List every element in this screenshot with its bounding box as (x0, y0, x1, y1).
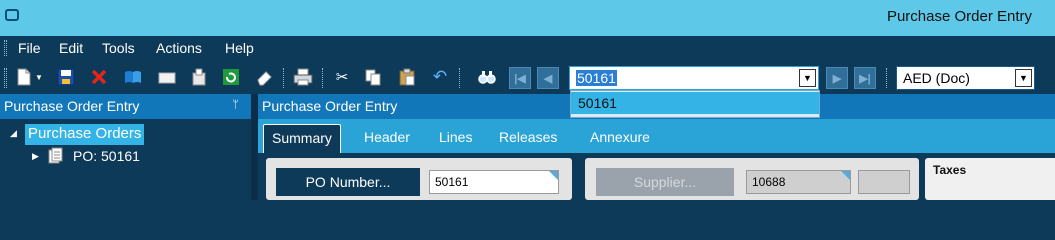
copy-icon[interactable] (362, 67, 384, 87)
menu-tools[interactable]: Tools (102, 40, 135, 56)
toolbar-separator (322, 68, 323, 88)
menu-edit[interactable]: Edit (59, 40, 83, 56)
menu-help[interactable]: Help (225, 40, 254, 56)
record-combo-value: 50161 (576, 70, 617, 86)
panel-title-left: Purchase Order Entry ᛘ (0, 94, 251, 119)
first-record-button[interactable]: |◀ (509, 67, 531, 89)
supplier-card: Supplier... 10688 (585, 158, 919, 200)
supplier-value: 10688 (752, 175, 786, 189)
folder-icon[interactable] (156, 67, 178, 87)
po-number-field[interactable]: 50161 (429, 170, 559, 194)
tree-item-po[interactable]: PO: 50161 (73, 148, 140, 164)
menu-grip[interactable] (4, 40, 7, 56)
toolbar: ▼ ✂ ↶ |◀ ◀ 50161 ▼ ▶ ▶| AED (Doc) ▼ (0, 60, 1055, 94)
po-number-value: 50161 (435, 175, 469, 189)
record-dropdown-list: 50161 (570, 90, 820, 118)
delete-icon[interactable] (88, 67, 110, 87)
toolbar-separator (459, 68, 460, 88)
eraser-icon[interactable] (253, 67, 275, 87)
previous-record-button[interactable]: ◀ (537, 67, 559, 89)
chevron-down-icon[interactable]: ▼ (1015, 69, 1032, 87)
attach-icon[interactable] (188, 67, 210, 87)
paste-icon[interactable] (396, 67, 418, 87)
po-number-card: PO Number... 50161 (266, 158, 572, 200)
save-icon[interactable] (55, 67, 77, 87)
tab-releases[interactable]: Releases (499, 129, 557, 145)
app-icon[interactable] (5, 9, 19, 21)
currency-combo-value: AED (Doc) (903, 70, 970, 86)
panel-title-text: Purchase Order Entry (4, 98, 140, 114)
undo-icon[interactable]: ↶ (429, 67, 451, 87)
chevron-down-icon[interactable]: ▼ (799, 69, 816, 87)
record-combo-text: 50161 (576, 70, 617, 86)
supplier-field[interactable]: 10688 (746, 170, 851, 194)
navigation-panel: Purchase Order Entry ᛘ ◢ Purchase Orders… (0, 94, 251, 200)
refresh-icon[interactable] (220, 67, 242, 87)
cut-icon[interactable]: ✂ (331, 67, 353, 87)
last-record-button[interactable]: ▶| (854, 67, 876, 89)
print-icon[interactable] (292, 67, 314, 87)
tab-annexure[interactable]: Annexure (590, 129, 650, 145)
document-stack-icon (48, 147, 64, 165)
menu-actions[interactable]: Actions (156, 40, 202, 56)
summary-content: PO Number... 50161 Supplier... 10688 Tax… (258, 153, 1055, 200)
record-combo[interactable]: 50161 ▼ (569, 66, 819, 90)
supplier-name-field[interactable] (858, 170, 910, 194)
new-dropdown-icon[interactable]: ▼ (33, 67, 45, 87)
dropdown-option[interactable]: 50161 (571, 92, 819, 114)
collapse-arrow-icon[interactable]: ◢ (10, 128, 17, 139)
tab-summary[interactable]: Summary (263, 124, 341, 154)
new-document-icon[interactable] (13, 67, 35, 87)
field-corner-marker (549, 171, 558, 180)
toolbar-separator (283, 68, 284, 88)
supplier-button[interactable]: Supplier... (596, 168, 734, 196)
taxes-card: Taxes (925, 158, 1055, 200)
toolbar-grip[interactable] (4, 68, 7, 88)
tab-header[interactable]: Header (364, 129, 410, 145)
find-icon[interactable] (476, 67, 498, 87)
currency-combo[interactable]: AED (Doc) ▼ (896, 66, 1035, 90)
field-corner-marker (841, 171, 850, 180)
tab-lines[interactable]: Lines (439, 129, 472, 145)
next-record-button[interactable]: ▶ (826, 67, 848, 89)
pin-icon[interactable]: ᛘ (232, 99, 239, 111)
menu-file[interactable]: File (18, 40, 41, 56)
po-number-button[interactable]: PO Number... (276, 168, 420, 196)
taxes-label: Taxes (933, 163, 967, 177)
title-bar: Purchase Order Entry (0, 0, 1055, 36)
tab-strip: Summary Header Lines Releases Annexure (258, 119, 1055, 154)
expand-arrow-icon[interactable]: ▶ (32, 151, 39, 162)
toolbar-separator (886, 68, 887, 88)
menu-bar: File Edit Tools Actions Help (0, 36, 1055, 60)
tree-item-purchase-orders[interactable]: Purchase Orders (25, 124, 145, 145)
book-icon[interactable] (122, 67, 144, 87)
panel-splitter[interactable] (251, 94, 258, 200)
window-title: Purchase Order Entry (886, 8, 1032, 25)
